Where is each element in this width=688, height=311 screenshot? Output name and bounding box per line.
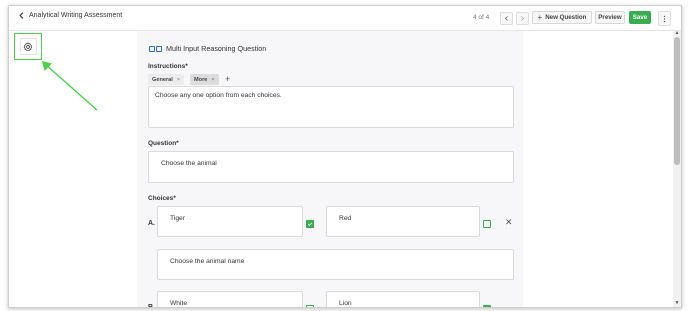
choice-option-input[interactable]: Tiger [157,206,303,237]
sub-question-input[interactable]: Choose the animal name [157,249,514,280]
choices-label: Choices* [148,195,176,202]
new-question-button[interactable]: + New Question [532,11,592,24]
correct-checkbox[interactable] [483,220,491,228]
correct-checkbox[interactable] [306,220,314,228]
prev-question-button[interactable] [500,12,513,25]
choice-option-input[interactable]: White [157,291,303,307]
plus-icon: + [537,13,543,22]
tag-label: General [152,76,173,83]
close-icon[interactable]: × [177,77,180,83]
gear-icon [23,42,33,51]
settings-button[interactable] [19,38,37,55]
question-label: Question* [148,140,179,147]
chevron-left-icon [504,16,508,21]
tag-general[interactable]: General × [148,74,185,85]
question-counter: 4 of 4 [473,14,490,21]
tag-more[interactable]: More × [190,74,219,85]
more-options-button[interactable] [658,11,671,26]
app-window: Analytical Writing Assessment 4 of 4 + N… [8,5,682,308]
annotation-arrow [42,61,98,111]
right-panel [523,31,673,307]
top-bar: Analytical Writing Assessment 4 of 4 + N… [9,6,681,31]
choice-letter: A. [148,220,155,227]
question-type-label: Multi Input Reasoning Question [166,44,267,53]
instructions-label: Instructions* [148,63,188,70]
close-icon[interactable]: ✕ [505,217,513,228]
question-type-heading: Multi Input Reasoning Question [149,44,266,53]
tag-label: More [194,76,208,83]
correct-checkbox[interactable] [483,305,491,308]
check-icon [484,306,490,308]
next-question-button[interactable] [516,12,529,25]
choice-option-input[interactable]: Lion [326,291,480,307]
correct-checkbox[interactable] [306,305,314,307]
question-type-icon [149,45,162,52]
scrollbar-thumb[interactable] [674,37,680,165]
chevron-left-icon [19,12,24,19]
scroll-down-icon[interactable]: ▼ [674,301,680,306]
check-icon [307,222,313,227]
close-icon[interactable]: × [211,77,214,83]
add-tag-button[interactable]: + [225,74,230,85]
preview-button[interactable]: Preview [595,11,625,24]
back-link[interactable]: Analytical Writing Assessment [18,12,122,19]
scrollbar[interactable]: ▲ ▼ [673,31,681,307]
instructions-input[interactable]: Choose any one option from each choices. [148,86,514,128]
save-button[interactable]: Save [629,11,651,24]
choice-option-input[interactable]: Red [326,206,480,237]
settings-highlight [14,33,42,60]
scroll-up-icon[interactable]: ▲ [674,31,680,36]
chevron-right-icon [521,16,525,21]
new-question-label: New Question [545,14,587,21]
question-input[interactable]: Choose the animal [148,151,514,183]
choice-letter: B. [148,304,155,308]
assessment-title: Analytical Writing Assessment [29,12,123,19]
kebab-icon [663,15,666,22]
